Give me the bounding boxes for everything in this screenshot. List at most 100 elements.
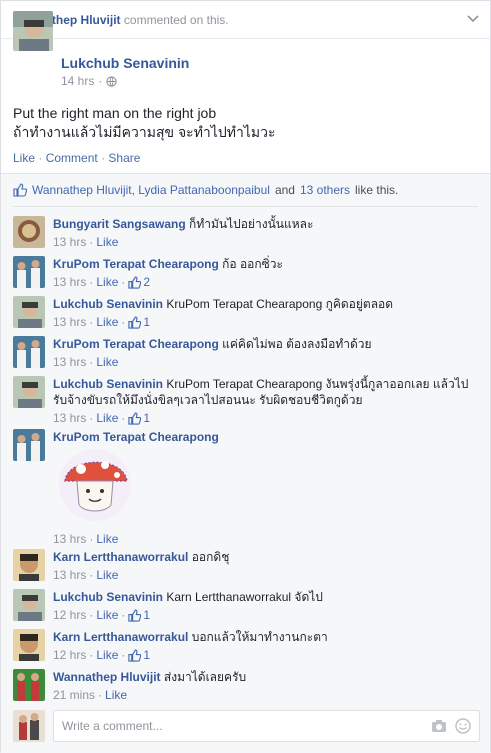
comment-meta: 21 mins · Like <box>53 687 128 703</box>
comment-timestamp[interactable]: 13 hrs <box>53 314 86 330</box>
like-count-icon <box>128 608 142 622</box>
commenter-avatar[interactable] <box>13 549 45 581</box>
feedback-section: Wannathep Hluvijit, Lydia Pattanaboonpai… <box>1 173 490 753</box>
commenter-name-link[interactable]: Lukchub Senavinin <box>53 590 163 604</box>
likes-suffix: like this. <box>355 183 399 197</box>
comment-timestamp[interactable]: 13 hrs <box>53 567 86 583</box>
comment-timestamp[interactable]: 13 hrs <box>53 274 86 290</box>
comment-like-link[interactable]: Like <box>96 354 118 370</box>
smiley-icon[interactable] <box>455 718 471 734</box>
like-link[interactable]: Like <box>13 151 35 165</box>
comment-text: ส่งมาได้เลยครับ <box>163 670 247 684</box>
like-count[interactable]: 1 <box>128 607 150 623</box>
comment-text: ก้อ ออกซิ่วะ <box>222 257 283 271</box>
comment-body: KruPom Terapat Chearapong แค่คิดไม่พอ ต้… <box>53 336 480 370</box>
comment-text: ก็ทำมันไปอย่างนั้นแหละ <box>189 217 314 231</box>
like-count[interactable]: 1 <box>128 314 150 330</box>
comment-text: KruPom Terapat Chearapong กูคิดอยู่ตลอด <box>166 297 394 311</box>
comment-timestamp[interactable]: 13 hrs <box>53 531 86 547</box>
commenter-avatar[interactable] <box>13 336 45 368</box>
thumbs-up-icon <box>13 183 27 197</box>
commenter-avatar[interactable] <box>13 669 45 701</box>
comment-body: Lukchub Senavinin KruPom Terapat Chearap… <box>53 376 480 426</box>
comment-body: Bungyarit Sangsawang ก็ทำมันไปอย่างนั้นแ… <box>53 216 480 250</box>
post-author-link[interactable]: Lukchub Senavinin <box>61 55 189 71</box>
commenter-name-link[interactable]: Lukchub Senavinin <box>53 297 163 311</box>
like-count-value: 1 <box>143 315 151 329</box>
comment-body: Karn Lertthanaworrakul บอกแล้วให้มาทำงาน… <box>53 629 480 663</box>
chevron-down-icon[interactable] <box>466 11 480 25</box>
like-count[interactable]: 1 <box>128 410 150 426</box>
commenter-avatar[interactable] <box>13 216 45 248</box>
comment-timestamp[interactable]: 12 hrs <box>53 647 86 663</box>
post-timestamp[interactable]: 14 hrs <box>61 74 94 88</box>
comment-meta: 13 hrs · Like <box>53 354 119 370</box>
comment-body: Lukchub Senavinin Karn Lertthanaworrakul… <box>53 589 480 623</box>
commenter-name-link[interactable]: Wannathep Hluvijit <box>53 670 161 684</box>
likes-and: and <box>274 183 295 197</box>
comment-body: KruPom Terapat Chearapong 13 hrs · Like <box>53 429 480 547</box>
comment-body: Lukchub Senavinin KruPom Terapat Chearap… <box>53 296 480 330</box>
comment-like-link[interactable]: Like <box>96 531 118 547</box>
commenter-name-link[interactable]: KruPom Terapat Chearapong <box>53 337 219 351</box>
comment-meta: 13 hrs · Like · 1 <box>53 314 151 330</box>
comment-placeholder: Write a comment... <box>62 719 163 733</box>
comment-meta: 12 hrs · Like · 1 <box>53 607 151 623</box>
post-body: Put the right man on the right job ถ้าทำ… <box>13 104 275 142</box>
like-count-value: 2 <box>143 275 151 289</box>
commenter-avatar[interactable] <box>13 429 45 461</box>
commenter-avatar[interactable] <box>13 589 45 621</box>
commenter-avatar[interactable] <box>13 256 45 288</box>
likers-names[interactable]: Wannathep Hluvijit, Lydia Pattanaboonpai… <box>32 183 270 197</box>
commenter-name-link[interactable]: KruPom Terapat Chearapong <box>53 257 219 271</box>
like-count-icon <box>128 275 142 289</box>
like-count-icon <box>128 315 142 329</box>
commenter-name-link[interactable]: KruPom Terapat Chearapong <box>53 430 219 444</box>
author-avatar[interactable] <box>13 11 53 51</box>
commenter-avatar[interactable] <box>13 629 45 661</box>
comment-like-link[interactable]: Like <box>96 314 118 330</box>
comment-timestamp[interactable]: 13 hrs <box>53 410 86 426</box>
comment-like-link[interactable]: Like <box>96 647 118 663</box>
like-count[interactable]: 1 <box>128 647 150 663</box>
likes-others-link[interactable]: 13 others <box>300 183 350 197</box>
comment-timestamp[interactable]: 13 hrs <box>53 354 86 370</box>
comment-text: Karn Lertthanaworrakul จัดไป <box>166 590 323 604</box>
commenter-avatar[interactable] <box>13 376 45 408</box>
comment-meta: 13 hrs · Like · 1 <box>53 410 151 426</box>
commenter-name-link[interactable]: Lukchub Senavinin <box>53 377 163 391</box>
comment-like-link[interactable]: Like <box>96 607 118 623</box>
like-count-icon <box>128 411 142 425</box>
commenter-name-link[interactable]: Karn Lertthanaworrakul <box>53 550 188 564</box>
viewer-avatar <box>13 710 45 742</box>
comment-like-link[interactable]: Like <box>96 567 118 583</box>
comment-text: ออกดิชุ <box>191 550 230 564</box>
commenter-name-link[interactable]: Bungyarit Sangsawang <box>53 217 186 231</box>
commenter-avatar[interactable] <box>13 296 45 328</box>
comment-link[interactable]: Comment <box>46 151 98 165</box>
like-count[interactable]: 2 <box>128 274 150 290</box>
comment-input[interactable]: Write a comment... <box>53 710 480 742</box>
like-count-icon <box>128 648 142 662</box>
comment-body: Wannathep Hluvijit ส่งมาได้เลยครับ 21 min… <box>53 669 480 703</box>
comment-timestamp[interactable]: 12 hrs <box>53 607 86 623</box>
comment-like-link[interactable]: Like <box>96 234 118 250</box>
sticker-image <box>59 449 131 521</box>
story-action-text: commented on this. <box>123 13 229 27</box>
comment-timestamp[interactable]: 21 mins <box>53 687 95 703</box>
comment-like-link[interactable]: Like <box>105 687 127 703</box>
camera-icon[interactable] <box>431 718 447 734</box>
comment-meta: 13 hrs · Like <box>53 567 119 583</box>
comment-meta: 13 hrs · Like <box>53 531 119 547</box>
commenter-name-link[interactable]: Karn Lertthanaworrakul <box>53 630 188 644</box>
comment-like-link[interactable]: Like <box>96 274 118 290</box>
story-header: Wannathep Hluvijit commented on this. <box>1 1 490 39</box>
comment-timestamp[interactable]: 13 hrs <box>53 234 86 250</box>
comment-body: Karn Lertthanaworrakul ออกดิชุ 13 hrs · Lik… <box>53 549 480 583</box>
post-actions: Like · Comment · Share <box>13 151 141 165</box>
share-link[interactable]: Share <box>108 151 140 165</box>
comment-text: บอกแล้วให้มาทำงานกะตา <box>191 630 328 644</box>
comment-like-link[interactable]: Like <box>96 410 118 426</box>
likes-summary: Wannathep Hluvijit, Lydia Pattanaboonpai… <box>13 183 398 197</box>
like-count-value: 1 <box>143 648 151 662</box>
